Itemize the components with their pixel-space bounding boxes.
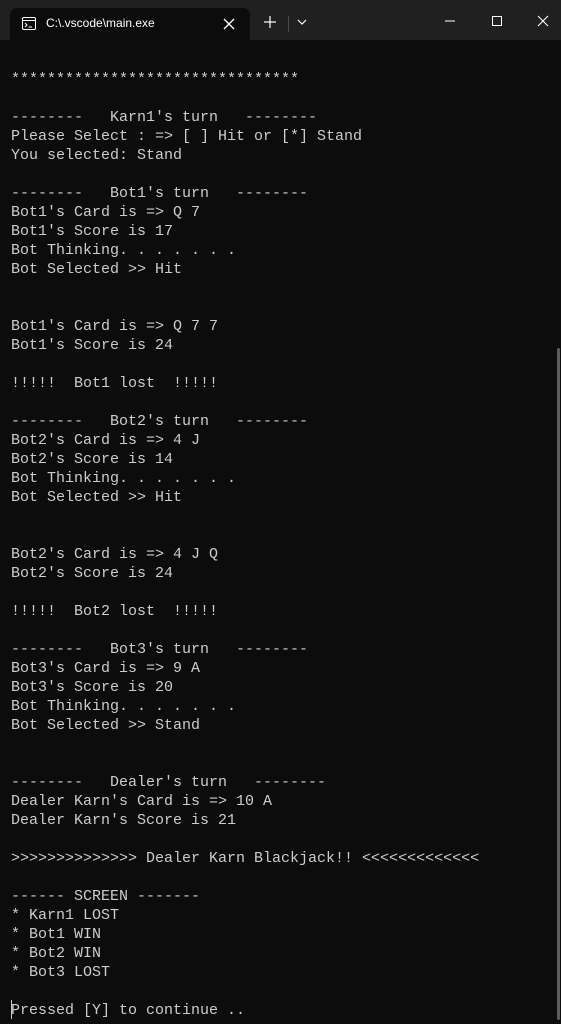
plus-icon[interactable] bbox=[262, 14, 278, 30]
console-line: You selected: Stand bbox=[11, 147, 183, 164]
console-line: >>>>>>>>>>>>>> Dealer Karn Blackjack!! <… bbox=[11, 850, 480, 867]
console-line: Bot Thinking. . . . . . . bbox=[11, 470, 237, 487]
console-line: * Bot1 WIN bbox=[11, 926, 102, 943]
console-line: * Bot3 LOST bbox=[11, 964, 111, 981]
console-line: * Karn1 LOST bbox=[11, 907, 120, 924]
console-line: !!!!! Bot2 lost !!!!! bbox=[11, 603, 219, 620]
console-output[interactable]: ******************************** --------… bbox=[11, 70, 551, 1020]
console-line: Bot2's Score is 14 bbox=[11, 451, 174, 468]
terminal-window: C:\.vscode\main.exe ********************… bbox=[0, 0, 561, 1024]
console-line: Bot Selected >> Hit bbox=[11, 261, 183, 278]
console-line: Please Select : => [ ] Hit or [*] Stand bbox=[11, 128, 363, 145]
console-app-icon bbox=[22, 17, 36, 30]
console-line: Bot3's Score is 20 bbox=[11, 679, 174, 696]
console-line: -------- Bot2's turn -------- bbox=[11, 413, 309, 430]
console-line: Bot Selected >> Hit bbox=[11, 489, 183, 506]
tab-separator bbox=[288, 16, 289, 32]
text-cursor bbox=[11, 1000, 12, 1019]
console-line: -------- Dealer's turn -------- bbox=[11, 774, 327, 791]
console-line: Dealer Karn's Score is 21 bbox=[11, 812, 237, 829]
console-line: Bot2's Score is 24 bbox=[11, 565, 174, 582]
console-line: Bot1's Score is 17 bbox=[11, 223, 174, 240]
minimize-icon[interactable] bbox=[443, 14, 457, 28]
scrollbar-thumb[interactable] bbox=[557, 348, 560, 1020]
title-bar[interactable]: C:\.vscode\main.exe bbox=[0, 0, 561, 40]
console-line: Bot2's Card is => 4 J bbox=[11, 432, 201, 449]
console-line: Bot1's Card is => Q 7 bbox=[11, 204, 201, 221]
console-line: Bot1's Score is 24 bbox=[11, 337, 174, 354]
console-line: Bot Thinking. . . . . . . bbox=[11, 242, 237, 259]
maximize-icon[interactable] bbox=[490, 14, 504, 28]
console-line: Pressed [Y] to continue .. bbox=[11, 1002, 246, 1019]
console-line: Bot1's Card is => Q 7 7 bbox=[11, 318, 219, 335]
console-line: ------ SCREEN ------- bbox=[11, 888, 201, 905]
close-window-icon[interactable] bbox=[536, 14, 550, 28]
chevron-down-icon[interactable] bbox=[296, 17, 308, 27]
console-line: Bot Thinking. . . . . . . bbox=[11, 698, 237, 715]
console-line: !!!!! Bot1 lost !!!!! bbox=[11, 375, 219, 392]
console-line: Bot Selected >> Stand bbox=[11, 717, 201, 734]
console-line: * Bot2 WIN bbox=[11, 945, 102, 962]
console-line: -------- Bot3's turn -------- bbox=[11, 641, 309, 658]
console-line: -------- Karn1's turn -------- bbox=[11, 109, 318, 126]
console-line: Bot2's Card is => 4 J Q bbox=[11, 546, 219, 563]
tab-main-exe[interactable]: C:\.vscode\main.exe bbox=[10, 8, 250, 40]
console-line: Bot3's Card is => 9 A bbox=[11, 660, 201, 677]
tab-title: C:\.vscode\main.exe bbox=[46, 16, 155, 30]
console-line: Dealer Karn's Card is => 10 A bbox=[11, 793, 273, 810]
console-line: -------- Bot1's turn -------- bbox=[11, 185, 309, 202]
close-tab-icon[interactable] bbox=[222, 17, 236, 31]
console-line: ******************************** bbox=[11, 71, 300, 88]
